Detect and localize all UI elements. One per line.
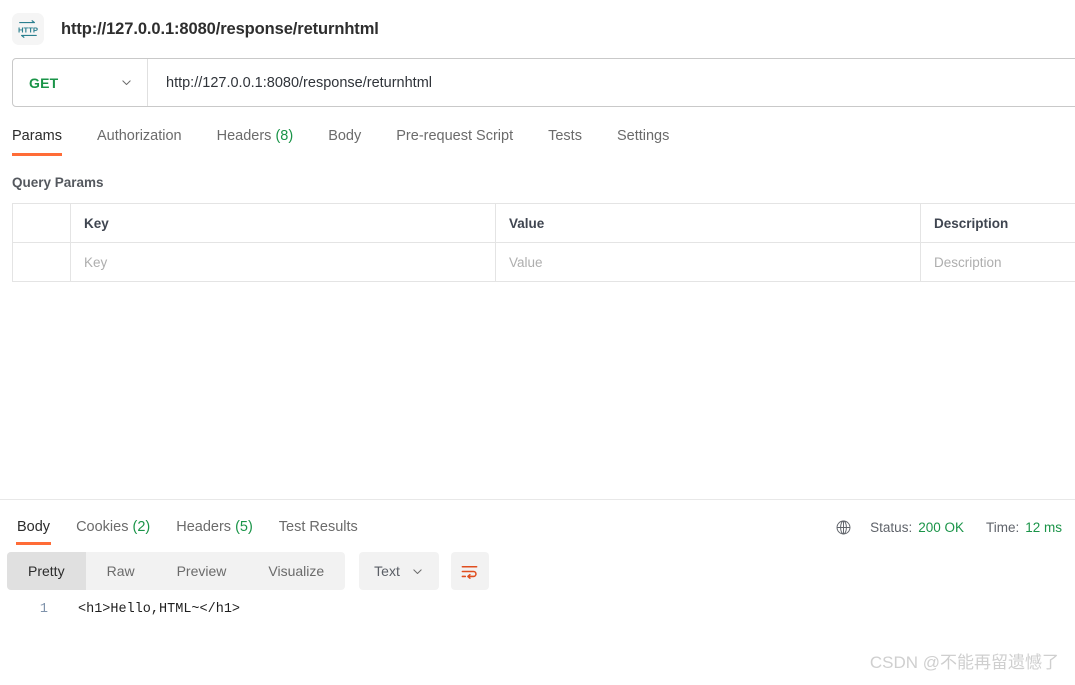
- url-bar: GET http://127.0.0.1:8080/response/retur…: [12, 58, 1075, 107]
- view-mode-preview[interactable]: Preview: [156, 552, 248, 590]
- method-selector[interactable]: GET: [13, 59, 148, 106]
- code-line: 1 <h1>Hello,HTML~</h1>: [0, 600, 1075, 620]
- chevron-down-icon: [413, 568, 422, 574]
- tab-authorization[interactable]: Authorization: [97, 128, 182, 156]
- tab-settings-label: Settings: [616, 128, 670, 144]
- tab-pre-request-script[interactable]: Pre-request Script: [396, 128, 513, 156]
- response-meta: Status: 200 OK Time: 12 ms: [835, 519, 1075, 545]
- line-number: 1: [39, 602, 48, 617]
- status-label: Status:: [870, 520, 913, 535]
- view-mode-raw-label: Raw: [106, 563, 135, 579]
- response-tab-body[interactable]: Body: [12, 519, 55, 545]
- http-icon-glyph: HTTP: [18, 20, 38, 38]
- time-label: Time:: [985, 520, 1020, 535]
- request-titlebar: HTTP http://127.0.0.1:8080/response/retu…: [0, 0, 1075, 58]
- tab-params-label: Params: [12, 128, 62, 144]
- tab-params[interactable]: Params: [12, 128, 62, 156]
- response-tab-cookies-label: Cookies: [76, 519, 129, 535]
- request-tabs: Params Authorization Headers (8) Body Pr…: [0, 118, 1075, 156]
- response-body-code[interactable]: 1 <h1>Hello,HTML~</h1>: [0, 600, 1075, 620]
- tab-tests-label: Tests: [548, 128, 582, 144]
- view-mode-visualize[interactable]: Visualize: [247, 552, 345, 590]
- word-wrap-button[interactable]: [450, 552, 489, 590]
- table-row: Key Value Description: [12, 242, 1075, 282]
- tab-headers[interactable]: Headers (8): [217, 128, 294, 156]
- table-header-row: Key Value Description: [12, 203, 1075, 243]
- response-tab-body-label: Body: [17, 519, 51, 535]
- view-mode-group: Pretty Raw Preview Visualize: [7, 552, 346, 590]
- row-value-input[interactable]: Value: [495, 242, 921, 282]
- url-input[interactable]: http://127.0.0.1:8080/response/returnhtm…: [148, 59, 1075, 106]
- view-mode-preview-label: Preview: [176, 563, 227, 579]
- svg-text:HTTP: HTTP: [18, 25, 38, 34]
- word-wrap-icon: [461, 565, 478, 579]
- column-header-key: Key: [70, 203, 496, 243]
- view-mode-pretty-label: Pretty: [28, 563, 65, 579]
- request-title: http://127.0.0.1:8080/response/returnhtm…: [61, 19, 379, 38]
- chevron-down-icon: [122, 80, 131, 86]
- row-checkbox-cell[interactable]: [12, 242, 71, 282]
- response-tab-headers-label: Headers: [176, 519, 232, 535]
- query-params-title: Query Params: [12, 175, 104, 190]
- tab-authorization-label: Authorization: [96, 128, 182, 144]
- query-params-table: Key Value Description Key Value Descript…: [12, 203, 1075, 282]
- view-mode-raw[interactable]: Raw: [86, 552, 156, 590]
- status-value: 200 OK: [918, 520, 964, 535]
- tab-body-label: Body: [328, 128, 362, 144]
- response-tab-test-results-label: Test Results: [278, 519, 358, 535]
- response-tab-cookies[interactable]: Cookies (2): [71, 519, 155, 545]
- tab-settings[interactable]: Settings: [617, 128, 669, 156]
- format-selector-label: Text: [374, 563, 400, 579]
- response-tabs: Body Cookies (2) Headers (5) Test Result…: [4, 519, 371, 545]
- format-selector[interactable]: Text: [359, 552, 439, 590]
- response-tabrow: Body Cookies (2) Headers (5) Test Result…: [0, 500, 1075, 545]
- row-description-input[interactable]: Description: [920, 242, 1075, 282]
- code-text: <h1>Hello,HTML~</h1>: [78, 602, 241, 617]
- tab-headers-count: (8): [275, 128, 294, 144]
- globe-icon[interactable]: [835, 519, 852, 536]
- time-value: 12 ms: [1025, 520, 1062, 535]
- http-icon: HTTP: [12, 13, 44, 45]
- url-bar-wrapper: GET http://127.0.0.1:8080/response/retur…: [0, 58, 1075, 107]
- tab-headers-label: Headers: [216, 128, 272, 144]
- view-mode-visualize-label: Visualize: [268, 563, 325, 579]
- response-body-toolbar: Pretty Raw Preview Visualize Text: [7, 552, 489, 590]
- column-header-value: Value: [495, 203, 921, 243]
- tab-pre-request-script-label: Pre-request Script: [396, 128, 514, 144]
- view-mode-pretty[interactable]: Pretty: [7, 552, 86, 590]
- row-key-input[interactable]: Key: [70, 242, 496, 282]
- response-tab-headers-count: (5): [235, 519, 253, 535]
- column-header-checkbox: [12, 203, 71, 243]
- tab-tests[interactable]: Tests: [548, 128, 582, 156]
- watermark: CSDN @不能再留遗憾了: [869, 653, 1059, 672]
- response-tab-test-results[interactable]: Test Results: [274, 519, 363, 545]
- method-label: GET: [29, 74, 59, 91]
- column-header-description: Description: [920, 203, 1075, 243]
- response-tab-headers[interactable]: Headers (5): [171, 519, 258, 545]
- tab-body[interactable]: Body: [328, 128, 361, 156]
- response-tab-cookies-count: (2): [132, 519, 151, 535]
